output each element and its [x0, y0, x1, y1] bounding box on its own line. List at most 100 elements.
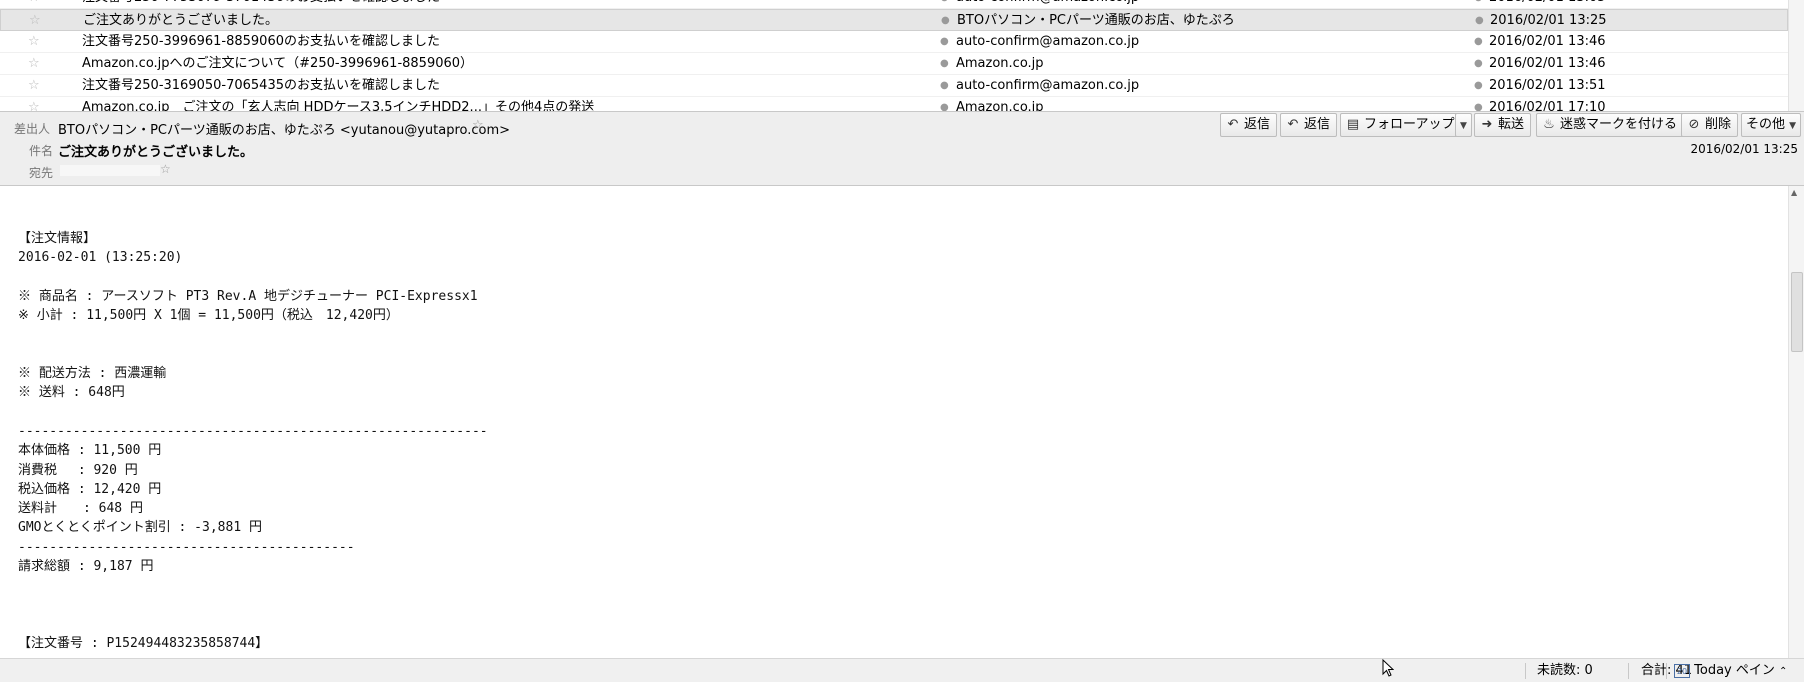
- message-body-text: 【注文情報】 2016-02-01 (13:25:20) ※ 商品名 : アース…: [18, 229, 488, 654]
- message-row[interactable]: ☆ 注文番号250-7753079-3701436のお支払いを確認しました ● …: [0, 0, 1788, 9]
- message-sender: auto-confirm@amazon.co.jp: [956, 34, 1140, 49]
- body-line: 【注文番号 : P152494483235858744】: [18, 636, 269, 652]
- status-bar: 未読数: 0 合計: 41 20 Today ペイン ⌃: [0, 658, 1804, 682]
- forward-label: 転送: [1498, 117, 1525, 132]
- message-body-scrollbar[interactable]: ▲: [1788, 186, 1804, 658]
- junk-status-dot[interactable]: ●: [1474, 97, 1483, 111]
- unread-count: 未読数: 0: [1537, 663, 1593, 678]
- star-icon[interactable]: ☆: [472, 118, 484, 133]
- star-icon[interactable]: ☆: [28, 0, 44, 9]
- message-date: 2016/02/01 17:10: [1489, 100, 1606, 111]
- junk-button[interactable]: ♨ 迷惑マークを付ける: [1536, 113, 1685, 137]
- message-list: ☆ 注文番号250-7753079-3701436のお支払いを確認しました ● …: [0, 0, 1788, 111]
- message-subject: 注文番号250-7753079-3701436のお支払いを確認しました: [82, 0, 932, 9]
- chevron-up-icon: ⌃: [1779, 666, 1788, 677]
- other-actions-button[interactable]: その他 ▼: [1741, 113, 1802, 137]
- chevron-down-icon: ▼: [1789, 121, 1797, 131]
- scrollbar-thumb[interactable]: [1791, 272, 1803, 352]
- status-separator: [1525, 663, 1526, 679]
- recipient-redacted: [60, 165, 160, 176]
- body-line: 【注文情報】: [18, 231, 97, 246]
- junk-label: 迷惑マークを付ける: [1560, 117, 1678, 132]
- star-icon[interactable]: ☆: [28, 53, 44, 75]
- from-label: 差出人: [14, 122, 51, 136]
- reply-all-icon: ↶: [1287, 117, 1299, 132]
- today-pane-toggle[interactable]: 20 Today ペイン ⌃: [1674, 659, 1787, 683]
- message-header-pane: 差出人 BTOパソコン・PCパーツ通販のお店、ゆたぷろ <yutanou@yut…: [0, 111, 1804, 186]
- star-icon[interactable]: ☆: [28, 31, 44, 53]
- read-status-dot[interactable]: ●: [940, 53, 949, 75]
- read-status-dot[interactable]: ●: [940, 31, 949, 53]
- read-status-dot[interactable]: ●: [940, 0, 949, 9]
- body-line: ----------------------------------------…: [18, 423, 488, 439]
- star-icon[interactable]: ☆: [29, 10, 45, 32]
- calendar-icon: 20: [1674, 663, 1690, 678]
- star-icon[interactable]: ☆: [160, 162, 171, 176]
- subject-value: ご注文ありがとうございました。: [58, 145, 254, 160]
- message-date: 2016/02/01 13:46: [1489, 34, 1606, 49]
- flame-icon: ♨: [1543, 117, 1555, 132]
- message-sender: Amazon.co.jp: [956, 56, 1044, 71]
- message-subject: Amazon.co.jp ご注文の「玄人志向 HDDケース3.5インチHDD2.…: [82, 100, 595, 111]
- message-subject: Amazon.co.jpへのご注文について（#250-3996961-88590…: [82, 56, 474, 71]
- message-subject: ご注文ありがとうございました。: [83, 13, 279, 28]
- delete-icon: ⊘: [1688, 117, 1700, 132]
- mouse-cursor-icon: [1382, 659, 1394, 677]
- forward-icon: ➜: [1481, 117, 1493, 132]
- body-line: ※ 小計 : 11,500円 X 1個 = 11,500円（税込 12,420円…: [18, 308, 399, 324]
- delete-button[interactable]: ⊘ 削除: [1681, 113, 1739, 137]
- message-date: 2016/02/01 13:51: [1489, 78, 1606, 93]
- body-line: ※ 商品名 : アースソフト PT3 Rev.A 地デジチューナー PCI-Ex…: [18, 288, 478, 304]
- read-status-dot[interactable]: ●: [941, 10, 950, 32]
- body-line: 請求総額 : 9,187 円: [18, 559, 154, 575]
- junk-status-dot[interactable]: ●: [1474, 75, 1483, 97]
- body-line: ※ 送料 : 648円: [18, 385, 125, 401]
- subject-label: 件名: [29, 144, 54, 158]
- followup-label: フォローアップ: [1364, 117, 1455, 132]
- message-sender: auto-confirm@amazon.co.jp: [956, 0, 1456, 9]
- reply-all-label: 返信: [1304, 117, 1331, 132]
- message-date: 2016/02/01 13:25: [1690, 142, 1798, 156]
- junk-status-dot[interactable]: ●: [1474, 53, 1483, 75]
- reply-button[interactable]: ↶ 返信: [1220, 113, 1278, 137]
- message-list-scrollbar[interactable]: [1788, 0, 1804, 111]
- today-pane-label: Today ペイン: [1694, 663, 1775, 678]
- read-status-dot[interactable]: ●: [940, 75, 949, 97]
- body-line: ----------------------------------------…: [18, 539, 355, 555]
- scroll-up-icon[interactable]: ▲: [1791, 188, 1797, 197]
- reply-all-button[interactable]: ↶ 返信: [1280, 113, 1338, 137]
- body-line: 税込価格 : 12,420 円: [18, 481, 162, 497]
- body-line: 本体価格 : 11,500 円: [18, 443, 162, 459]
- junk-status-dot[interactable]: ●: [1474, 31, 1483, 53]
- body-line: 2016-02-01 (13:25:20): [18, 250, 183, 266]
- message-row[interactable]: ☆ Amazon.co.jp ご注文の「玄人志向 HDDケース3.5インチHDD…: [0, 97, 1788, 111]
- from-value[interactable]: BTOパソコン・PCパーツ通販のお店、ゆたぷろ <yutanou@yutapro…: [58, 119, 510, 138]
- junk-status-dot[interactable]: ●: [1474, 0, 1483, 9]
- body-line: 送料計 : 648 円: [18, 501, 143, 517]
- message-sender: Amazon.co.jp: [956, 100, 1044, 111]
- message-subject: 注文番号250-3169050-7065435のお支払いを確認しました: [82, 78, 440, 93]
- mail-client-window: ☆ 注文番号250-7753079-3701436のお支払いを確認しました ● …: [0, 0, 1804, 682]
- status-separator: [1628, 663, 1629, 679]
- read-status-dot[interactable]: ●: [940, 97, 949, 111]
- body-line: 消費税 : 920 円: [18, 462, 138, 478]
- forward-button[interactable]: ➜ 転送: [1474, 113, 1532, 137]
- star-icon[interactable]: ☆: [28, 97, 44, 111]
- message-row[interactable]: ☆ 注文番号250-3169050-7065435のお支払いを確認しました ● …: [0, 75, 1788, 97]
- message-row-selected[interactable]: ☆ ご注文ありがとうございました。 ● BTOパソコン・PCパーツ通販のお店、ゆ…: [0, 9, 1788, 31]
- followup-dropdown[interactable]: ▼: [1455, 113, 1472, 137]
- star-icon[interactable]: ☆: [28, 75, 44, 97]
- message-sender: BTOパソコン・PCパーツ通販のお店、ゆたぷろ: [957, 13, 1235, 28]
- delete-label: 削除: [1705, 117, 1732, 132]
- followup-icon: ▤: [1346, 117, 1360, 132]
- junk-status-dot[interactable]: ●: [1475, 10, 1484, 32]
- message-row[interactable]: ☆ Amazon.co.jpへのご注文について（#250-3996961-885…: [0, 53, 1788, 75]
- reply-icon: ↶: [1227, 117, 1239, 132]
- chevron-down-icon: ▼: [1460, 121, 1467, 131]
- to-label: 宛先: [29, 166, 54, 180]
- reply-label: 返信: [1244, 117, 1271, 132]
- body-line: GMOとくとくポイント割引 : -3,881 円: [18, 520, 262, 536]
- followup-button[interactable]: ▤ フォローアップ: [1340, 113, 1460, 137]
- message-date: 2016/02/01 13:25: [1490, 13, 1607, 28]
- message-row[interactable]: ☆ 注文番号250-3996961-8859060のお支払いを確認しました ● …: [0, 31, 1788, 53]
